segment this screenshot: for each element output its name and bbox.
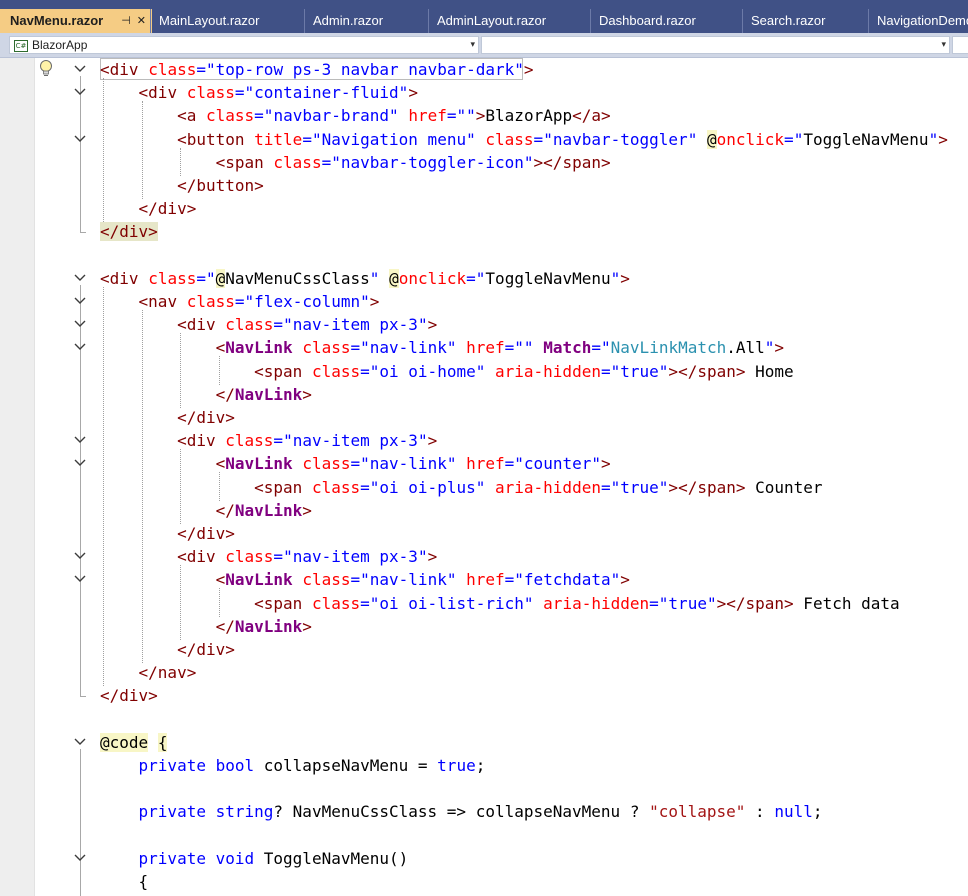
code-line[interactable]: private bool collapseNavMenu = true; [100, 754, 486, 777]
code-line[interactable]: <span class="oi oi-home" aria-hidden="tr… [100, 360, 794, 383]
code-line[interactable]: <span class="navbar-toggler-icon"></span… [100, 151, 611, 174]
editor-gutter [0, 58, 34, 896]
code-line[interactable]: <button title="Navigation menu" class="n… [100, 128, 948, 151]
fold-chevron-icon[interactable] [73, 294, 87, 308]
tab-label: Search.razor [751, 13, 826, 28]
code-line[interactable]: </div> [100, 220, 158, 243]
code-line[interactable]: </div> [100, 197, 197, 220]
code-line[interactable]: private void ToggleNavMenu() [100, 847, 409, 870]
lightbulb-icon[interactable] [36, 58, 56, 78]
code-line[interactable]: <span class="oi oi-list-rich" aria-hidde… [100, 592, 900, 615]
code-line[interactable]: { [100, 870, 149, 893]
fold-chevron-icon[interactable] [73, 851, 87, 865]
tab-navmenu-razor[interactable]: NavMenu.razor ⊣ ✕ [0, 9, 152, 33]
code-line[interactable]: </NavLink> [100, 499, 312, 522]
code-line[interactable]: <div class="container-fluid"> [100, 81, 418, 104]
fold-chevron-icon[interactable] [73, 456, 87, 470]
fold-chevron-icon[interactable] [73, 132, 87, 146]
member-dropdown[interactable]: ▾ [481, 36, 950, 54]
code-line[interactable]: <div class="nav-item px-3"> [100, 429, 437, 452]
fold-chevron-icon[interactable] [73, 85, 87, 99]
code-line[interactable]: <a class="navbar-brand" href="">BlazorAp… [100, 104, 611, 127]
code-line[interactable]: <NavLink class="nav-link" href="counter"… [100, 452, 611, 475]
document-tab-strip: NavMenu.razor ⊣ ✕ MainLayout.razor Admin.… [0, 0, 968, 33]
code-line[interactable]: </div> [100, 406, 235, 429]
code-line[interactable]: <div class="@NavMenuCssClass" @onclick="… [100, 267, 630, 290]
tab-label: Dashboard.razor [599, 13, 696, 28]
editor-navigation-bar: C# BlazorApp ▾ ▾ [0, 33, 968, 58]
tab-label: Admin.razor [313, 13, 384, 28]
project-dropdown[interactable]: C# BlazorApp ▾ [9, 36, 479, 54]
member-dropdown-extra[interactable] [952, 36, 968, 54]
tab-navigationdemo[interactable]: NavigationDemo [868, 9, 968, 33]
fold-chevron-icon[interactable] [73, 317, 87, 331]
fold-chevron-icon[interactable] [73, 735, 87, 749]
code-line[interactable]: private string? NavMenuCssClass => colla… [100, 800, 823, 823]
fold-chevron-icon[interactable] [73, 271, 87, 285]
tab-mainlayout-razor[interactable]: MainLayout.razor [150, 9, 304, 33]
fold-chevron-icon[interactable] [73, 433, 87, 447]
tab-search-razor[interactable]: Search.razor [742, 9, 868, 33]
tab-label: AdminLayout.razor [437, 13, 547, 28]
chevron-down-icon: ▾ [470, 40, 475, 50]
chevron-down-icon: ▾ [941, 40, 946, 50]
code-editor[interactable]: <div class="top-row ps-3 navbar navbar-d… [0, 58, 968, 896]
fold-chevron-icon[interactable] [73, 62, 87, 76]
tab-admin-razor[interactable]: Admin.razor [304, 9, 428, 33]
project-dropdown-value: BlazorApp [32, 38, 88, 52]
code-line[interactable]: @code { [100, 731, 168, 754]
pin-icon[interactable]: ⊣ [121, 15, 131, 27]
code-line[interactable]: </button> [100, 174, 264, 197]
code-line[interactable]: </div> [100, 638, 235, 661]
csharp-project-icon: C# [14, 40, 28, 52]
tab-label: NavMenu.razor [10, 13, 104, 28]
code-line[interactable]: </nav> [100, 661, 197, 684]
tab-adminlayout-razor[interactable]: AdminLayout.razor [428, 9, 590, 33]
tab-label: NavigationDemo [877, 13, 968, 28]
fold-chevron-icon[interactable] [73, 572, 87, 586]
fold-chevron-icon[interactable] [73, 340, 87, 354]
code-line[interactable]: <div class="top-row ps-3 navbar navbar-d… [100, 58, 534, 81]
fold-chevron-icon[interactable] [73, 549, 87, 563]
code-line[interactable]: <NavLink class="nav-link" href="" Match=… [100, 336, 784, 359]
tab-label: MainLayout.razor [159, 13, 260, 28]
code-line[interactable]: </div> [100, 684, 158, 707]
code-line[interactable]: <div class="nav-item px-3"> [100, 545, 437, 568]
code-line[interactable]: </div> [100, 522, 235, 545]
code-line[interactable]: <div class="nav-item px-3"> [100, 313, 437, 336]
code-line[interactable]: <span class="oi oi-plus" aria-hidden="tr… [100, 476, 822, 499]
close-icon[interactable]: ✕ [137, 15, 146, 27]
tab-dashboard-razor[interactable]: Dashboard.razor [590, 9, 742, 33]
code-line[interactable]: <nav class="flex-column"> [100, 290, 380, 313]
code-line[interactable]: </NavLink> [100, 383, 312, 406]
code-line[interactable]: <NavLink class="nav-link" href="fetchdat… [100, 568, 630, 591]
code-line[interactable]: </NavLink> [100, 615, 312, 638]
